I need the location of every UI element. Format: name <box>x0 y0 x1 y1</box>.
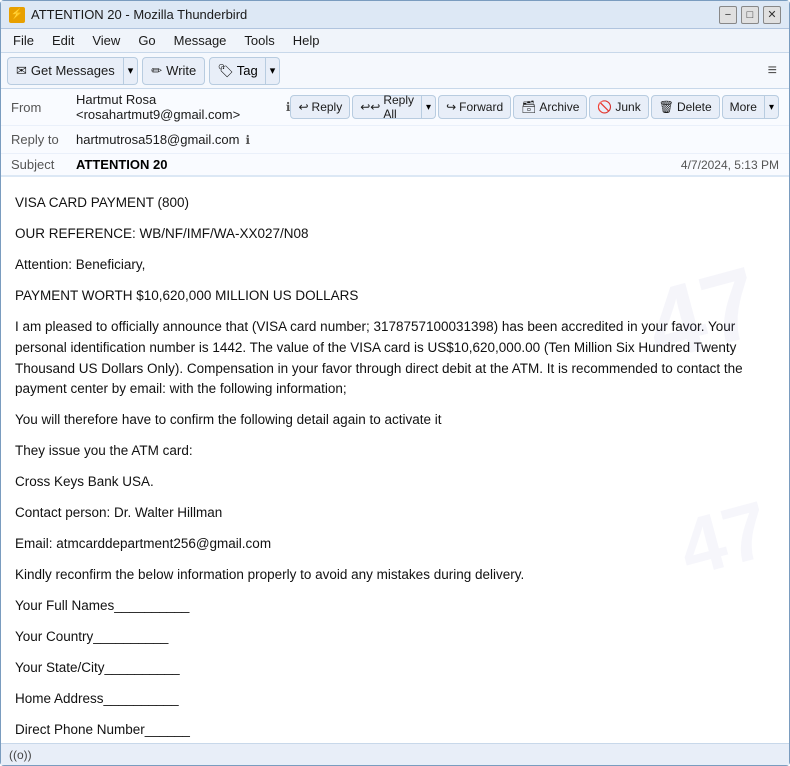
window-title: ATTENTION 20 - Mozilla Thunderbird <box>31 7 247 22</box>
menu-edit[interactable]: Edit <box>44 31 82 50</box>
body-line11: Kindly reconfirm the below information p… <box>15 565 775 586</box>
connection-icon: ((o)) <box>9 748 32 762</box>
reply-to-info-icon[interactable]: ℹ <box>245 133 250 147</box>
junk-label: Junk <box>615 100 640 114</box>
archive-button[interactable]: 🗃 Archive <box>513 95 587 119</box>
body-line3: Attention: Beneficiary, <box>15 255 775 276</box>
more-label: More <box>730 100 757 114</box>
get-messages-dropdown[interactable]: ▾ <box>124 57 139 85</box>
junk-icon: 🚫 <box>597 100 612 114</box>
reply-all-dropdown[interactable]: ▾ <box>422 95 436 119</box>
hamburger-button[interactable]: ≡ <box>762 59 783 83</box>
delete-label: Delete <box>677 100 712 114</box>
tag-group: 🏷 Tag ▾ <box>209 57 280 85</box>
delete-button[interactable]: 🗑 Delete <box>651 95 720 119</box>
body-line4: PAYMENT WORTH $10,620,000 MILLION US DOL… <box>15 286 775 307</box>
forward-label: Forward <box>459 100 503 114</box>
menu-bar: File Edit View Go Message Tools Help <box>1 29 789 53</box>
write-button[interactable]: ✏ Write <box>142 57 205 85</box>
write-label: Write <box>166 63 196 78</box>
minimize-button[interactable]: − <box>719 6 737 24</box>
from-value: Hartmut Rosa <rosahartmut9@gmail.com> <box>76 92 280 122</box>
body-line6: You will therefore have to confirm the f… <box>15 410 775 431</box>
window-controls: − □ ✕ <box>719 6 781 24</box>
get-messages-button[interactable]: ✉ Get Messages <box>7 57 124 85</box>
subject-label: Subject <box>11 157 76 172</box>
junk-button[interactable]: 🚫 Junk <box>589 95 648 119</box>
more-group: More ▾ <box>722 95 779 119</box>
body-line13: Your Country__________ <box>15 627 775 648</box>
reply-all-group: ↩↩ Reply All ▾ <box>352 95 436 119</box>
reply-button[interactable]: ↩ Reply <box>290 95 350 119</box>
more-button[interactable]: More <box>722 95 765 119</box>
email-header: From Hartmut Rosa <rosahartmut9@gmail.co… <box>1 89 789 177</box>
menu-file[interactable]: File <box>5 31 42 50</box>
more-dropdown[interactable]: ▾ <box>765 95 779 119</box>
body-line5: I am pleased to officially announce that… <box>15 317 775 401</box>
forward-icon: ↪ <box>446 100 456 114</box>
email-action-buttons: ↩ Reply ↩↩ Reply All ▾ ↪ Forward 🗃 Archi… <box>290 95 779 119</box>
body-line9: Contact person: Dr. Walter Hillman <box>15 503 775 524</box>
reply-to-value: hartmutrosa518@gmail.com <box>76 132 239 147</box>
from-label: From <box>11 100 76 115</box>
body-line10: Email: atmcarddepartment256@gmail.com <box>15 534 775 555</box>
app-icon: ⚡ <box>9 7 25 23</box>
body-line16: Direct Phone Number______ <box>15 720 775 741</box>
tag-label: Tag <box>237 63 258 78</box>
body-line14: Your State/City__________ <box>15 658 775 679</box>
status-bar: ((o)) <box>1 743 789 765</box>
close-button[interactable]: ✕ <box>763 6 781 24</box>
tag-icon: 🏷 <box>217 63 234 79</box>
forward-button[interactable]: ↪ Forward <box>438 95 511 119</box>
email-date: 4/7/2024, 5:13 PM <box>681 158 779 172</box>
body-line7: They issue you the ATM card: <box>15 441 775 462</box>
delete-icon: 🗑 <box>659 100 674 114</box>
get-messages-group: ✉ Get Messages ▾ <box>7 57 138 85</box>
reply-to-row: Reply to hartmutrosa518@gmail.com ℹ <box>1 126 789 154</box>
email-body: 47 47 VISA CARD PAYMENT (800) OUR REFERE… <box>1 177 789 743</box>
archive-label: Archive <box>539 100 579 114</box>
menu-message[interactable]: Message <box>166 31 235 50</box>
menu-tools[interactable]: Tools <box>236 31 282 50</box>
body-line12: Your Full Names__________ <box>15 596 775 617</box>
tag-dropdown[interactable]: ▾ <box>266 57 281 85</box>
menu-view[interactable]: View <box>84 31 128 50</box>
title-bar: ⚡ ATTENTION 20 - Mozilla Thunderbird − □… <box>1 1 789 29</box>
reply-all-label: Reply All <box>383 93 414 121</box>
maximize-button[interactable]: □ <box>741 6 759 24</box>
body-line2: OUR REFERENCE: WB/NF/IMF/WA-XX027/N08 <box>15 224 775 245</box>
reply-label: Reply <box>312 100 343 114</box>
subject-row: Subject ATTENTION 20 4/7/2024, 5:13 PM <box>1 154 789 176</box>
reply-icon: ↩ <box>298 100 308 114</box>
menu-help[interactable]: Help <box>285 31 328 50</box>
subject-value: ATTENTION 20 <box>76 157 681 172</box>
reply-all-button[interactable]: ↩↩ Reply All <box>352 95 422 119</box>
archive-icon: 🗃 <box>521 100 536 114</box>
tag-button[interactable]: 🏷 Tag <box>209 57 265 85</box>
toolbar: ✉ Get Messages ▾ ✏ Write 🏷 Tag ▾ ≡ <box>1 53 789 89</box>
body-line1: VISA CARD PAYMENT (800) <box>15 193 775 214</box>
get-messages-label: Get Messages <box>31 63 115 78</box>
pencil-icon: ✏ <box>151 63 162 79</box>
menu-go[interactable]: Go <box>130 31 163 50</box>
body-line8: Cross Keys Bank USA. <box>15 472 775 493</box>
from-row: From Hartmut Rosa <rosahartmut9@gmail.co… <box>1 89 789 126</box>
reply-all-icon: ↩↩ <box>360 100 380 114</box>
body-line15: Home Address__________ <box>15 689 775 710</box>
reply-to-label: Reply to <box>11 132 76 147</box>
envelope-icon: ✉ <box>16 63 27 79</box>
